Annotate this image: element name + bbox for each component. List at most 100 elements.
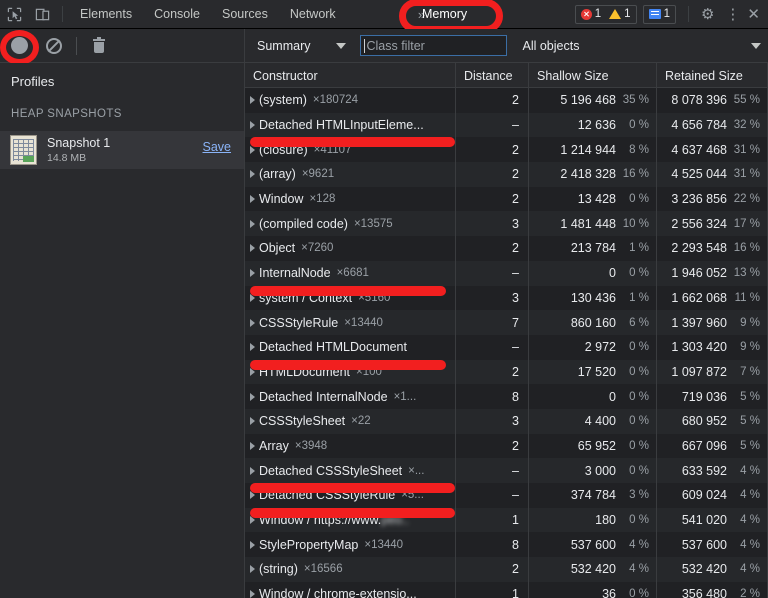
expand-triangle-icon[interactable]	[250, 565, 255, 574]
table-row[interactable]: Array ×3948 2 65 952 0 % 667 096 5 %	[245, 433, 768, 459]
expand-triangle-icon[interactable]	[250, 244, 255, 253]
close-icon[interactable]: ✕	[745, 5, 765, 23]
table-row[interactable]: Window ×128 2 13 428 0 % 3 236 856 22 %	[245, 186, 768, 212]
cell-constructor[interactable]: InternalNode ×6681	[245, 260, 456, 286]
cell-constructor[interactable]: (closure) ×41107	[245, 137, 456, 163]
retained-size-value: 719 036	[681, 389, 727, 404]
issue-counters[interactable]: 1 1	[574, 4, 637, 24]
table-row[interactable]: (compiled code) ×13575 3 1 481 448 10 % 2 556…	[245, 211, 768, 237]
table-row[interactable]: Detached CSSStyleSheet ×... – 3 000 0 % 633 5…	[245, 458, 768, 483]
tab-console[interactable]: Console	[143, 0, 211, 28]
tab-elements[interactable]: Elements	[69, 0, 143, 28]
expand-triangle-icon[interactable]	[250, 269, 255, 278]
cell-constructor[interactable]: (array) ×9621	[245, 162, 456, 187]
expand-triangle-icon[interactable]	[250, 170, 255, 179]
shallow-size-percent: 0 %	[629, 341, 649, 354]
column-header-shallow-size[interactable]: Shallow Size	[529, 63, 657, 88]
tab-sources[interactable]: Sources	[211, 0, 279, 28]
cell-constructor[interactable]: Detached CSSStyleRule ×5...	[245, 483, 456, 508]
object-count: ×7260	[301, 242, 334, 255]
cell-constructor[interactable]: system / Context ×5160	[245, 285, 456, 311]
inspect-cursor-icon[interactable]	[0, 0, 28, 28]
expand-triangle-icon[interactable]	[250, 392, 255, 401]
table-row[interactable]: Window / chrome-extensio... 1 36 0 % 356 480…	[245, 581, 768, 598]
expand-triangle-icon[interactable]	[250, 219, 255, 228]
cell-constructor[interactable]: Window ×128	[245, 186, 456, 212]
cell-constructor[interactable]: Detached HTMLInputEleme...	[245, 112, 456, 138]
cell-constructor[interactable]: (system) ×180724	[245, 88, 456, 113]
expand-triangle-icon[interactable]	[250, 590, 255, 598]
cell-constructor[interactable]: CSSStyleSheet ×22	[245, 408, 456, 434]
table-row[interactable]: (string) ×16566 2 532 420 4 % 532 420 4 %	[245, 557, 768, 582]
save-snapshot-link[interactable]: Save	[203, 140, 232, 154]
cell-constructor[interactable]: HTMLDocument ×100	[245, 359, 456, 385]
retained-size-value: 1 397 960	[671, 315, 727, 330]
column-header-retained-size[interactable]: Retained Size	[657, 63, 768, 88]
objects-select-label[interactable]: All objects	[522, 39, 579, 53]
tab-network[interactable]: Network	[279, 0, 347, 28]
tab-memory-label[interactable]: Memory	[422, 7, 467, 21]
cell-constructor[interactable]: Detached HTMLDocument	[245, 334, 456, 360]
cell-retained-size: 8 078 396 55 %	[657, 88, 768, 113]
table-row[interactable]: HTMLDocument ×100 2 17 520 0 % 1 097 872 7 %	[245, 359, 768, 385]
expand-triangle-icon[interactable]	[250, 293, 255, 302]
expand-triangle-icon[interactable]	[250, 540, 255, 549]
expand-triangle-icon[interactable]	[250, 466, 255, 475]
cell-constructor[interactable]: Detached CSSStyleSheet ×...	[245, 458, 456, 483]
table-row[interactable]: CSSStyleSheet ×22 3 4 400 0 % 680 952 5 %	[245, 408, 768, 434]
table-row[interactable]: (system) ×180724 2 5 196 468 35 % 8 078 396 55…	[245, 88, 768, 113]
object-count: ×22	[351, 415, 371, 428]
cell-constructor[interactable]: CSSStyleRule ×13440	[245, 310, 456, 335]
kebab-menu-icon[interactable]: ⋮	[720, 7, 745, 22]
gear-icon[interactable]: ⚙	[695, 5, 720, 23]
expand-triangle-icon[interactable]	[250, 367, 255, 376]
table-row[interactable]: Detached InternalNode ×1... 8 0 0 % 719 036 5 …	[245, 384, 768, 409]
cell-distance: –	[456, 483, 529, 508]
expand-triangle-icon[interactable]	[250, 417, 255, 426]
cell-constructor[interactable]: (string) ×16566	[245, 557, 456, 582]
table-row[interactable]: (array) ×9621 2 2 418 328 16 % 4 525 044 31 %	[245, 162, 768, 187]
table-row[interactable]: StylePropertyMap ×13440 8 537 600 4 % 537 600…	[245, 532, 768, 558]
table-row[interactable]: Detached HTMLDocument – 2 972 0 % 1 303 420 9…	[245, 334, 768, 360]
retained-size-percent: 22 %	[733, 193, 760, 206]
cell-constructor[interactable]: (compiled code) ×13575	[245, 211, 456, 237]
cell-constructor[interactable]: Array ×3948	[245, 433, 456, 459]
expand-triangle-icon[interactable]	[250, 441, 255, 450]
cell-constructor[interactable]: Detached InternalNode ×1...	[245, 384, 456, 409]
expand-triangle-icon[interactable]	[250, 318, 255, 327]
table-row[interactable]: CSSStyleRule ×13440 7 860 160 6 % 1 397 960 9 …	[245, 310, 768, 335]
class-filter-input[interactable]: Class filter	[360, 35, 508, 56]
expand-triangle-icon[interactable]	[250, 491, 255, 500]
table-row[interactable]: Detached HTMLInputEleme... – 12 636 0 % 4 65…	[245, 112, 768, 138]
cell-retained-size: 2 556 324 17 %	[657, 211, 768, 237]
snapshot-list-item[interactable]: Snapshot 1 14.8 MB Save	[0, 131, 244, 169]
cell-distance: 1	[456, 507, 529, 533]
chevron-down-icon-2[interactable]	[751, 42, 761, 49]
expand-triangle-icon[interactable]	[250, 145, 255, 154]
trash-icon[interactable]	[93, 36, 105, 53]
cell-distance: 2	[456, 236, 529, 261]
table-row[interactable]: InternalNode ×6681 – 0 0 % 1 946 052 13 %	[245, 260, 768, 286]
message-counter[interactable]: 1	[642, 4, 676, 24]
cell-shallow-size: 12 636 0 %	[529, 112, 657, 138]
clear-all-profiles-icon[interactable]	[46, 37, 62, 54]
cell-retained-size: 667 096 5 %	[657, 433, 768, 459]
cell-constructor[interactable]: Object ×7260	[245, 236, 456, 261]
cell-constructor[interactable]: Window / https://www. peo..	[245, 507, 456, 533]
cell-constructor[interactable]: StylePropertyMap ×13440	[245, 532, 456, 558]
expand-triangle-icon[interactable]	[250, 121, 255, 130]
expand-triangle-icon[interactable]	[250, 516, 255, 525]
expand-triangle-icon[interactable]	[250, 195, 255, 204]
expand-triangle-icon[interactable]	[250, 96, 255, 105]
table-row[interactable]: Object ×7260 2 213 784 1 % 2 293 548 16 %	[245, 236, 768, 261]
table-row[interactable]: Window / https://www. peo.. 1 180 0 % 541 020…	[245, 507, 768, 533]
expand-triangle-icon[interactable]	[250, 343, 255, 352]
table-row[interactable]: (closure) ×41107 2 1 214 944 8 % 4 637 468 31 …	[245, 137, 768, 163]
view-select[interactable]: Summary	[245, 39, 347, 53]
column-header-distance[interactable]: Distance	[456, 63, 529, 88]
cell-constructor[interactable]: Window / chrome-extensio...	[245, 581, 456, 598]
table-row[interactable]: Detached CSSStyleRule ×5... – 374 784 3 % 609…	[245, 483, 768, 508]
table-row[interactable]: system / Context ×5160 3 130 436 1 % 1 662 06…	[245, 285, 768, 311]
device-toolbar-icon[interactable]	[28, 0, 56, 28]
column-header-constructor[interactable]: Constructor	[245, 63, 456, 88]
